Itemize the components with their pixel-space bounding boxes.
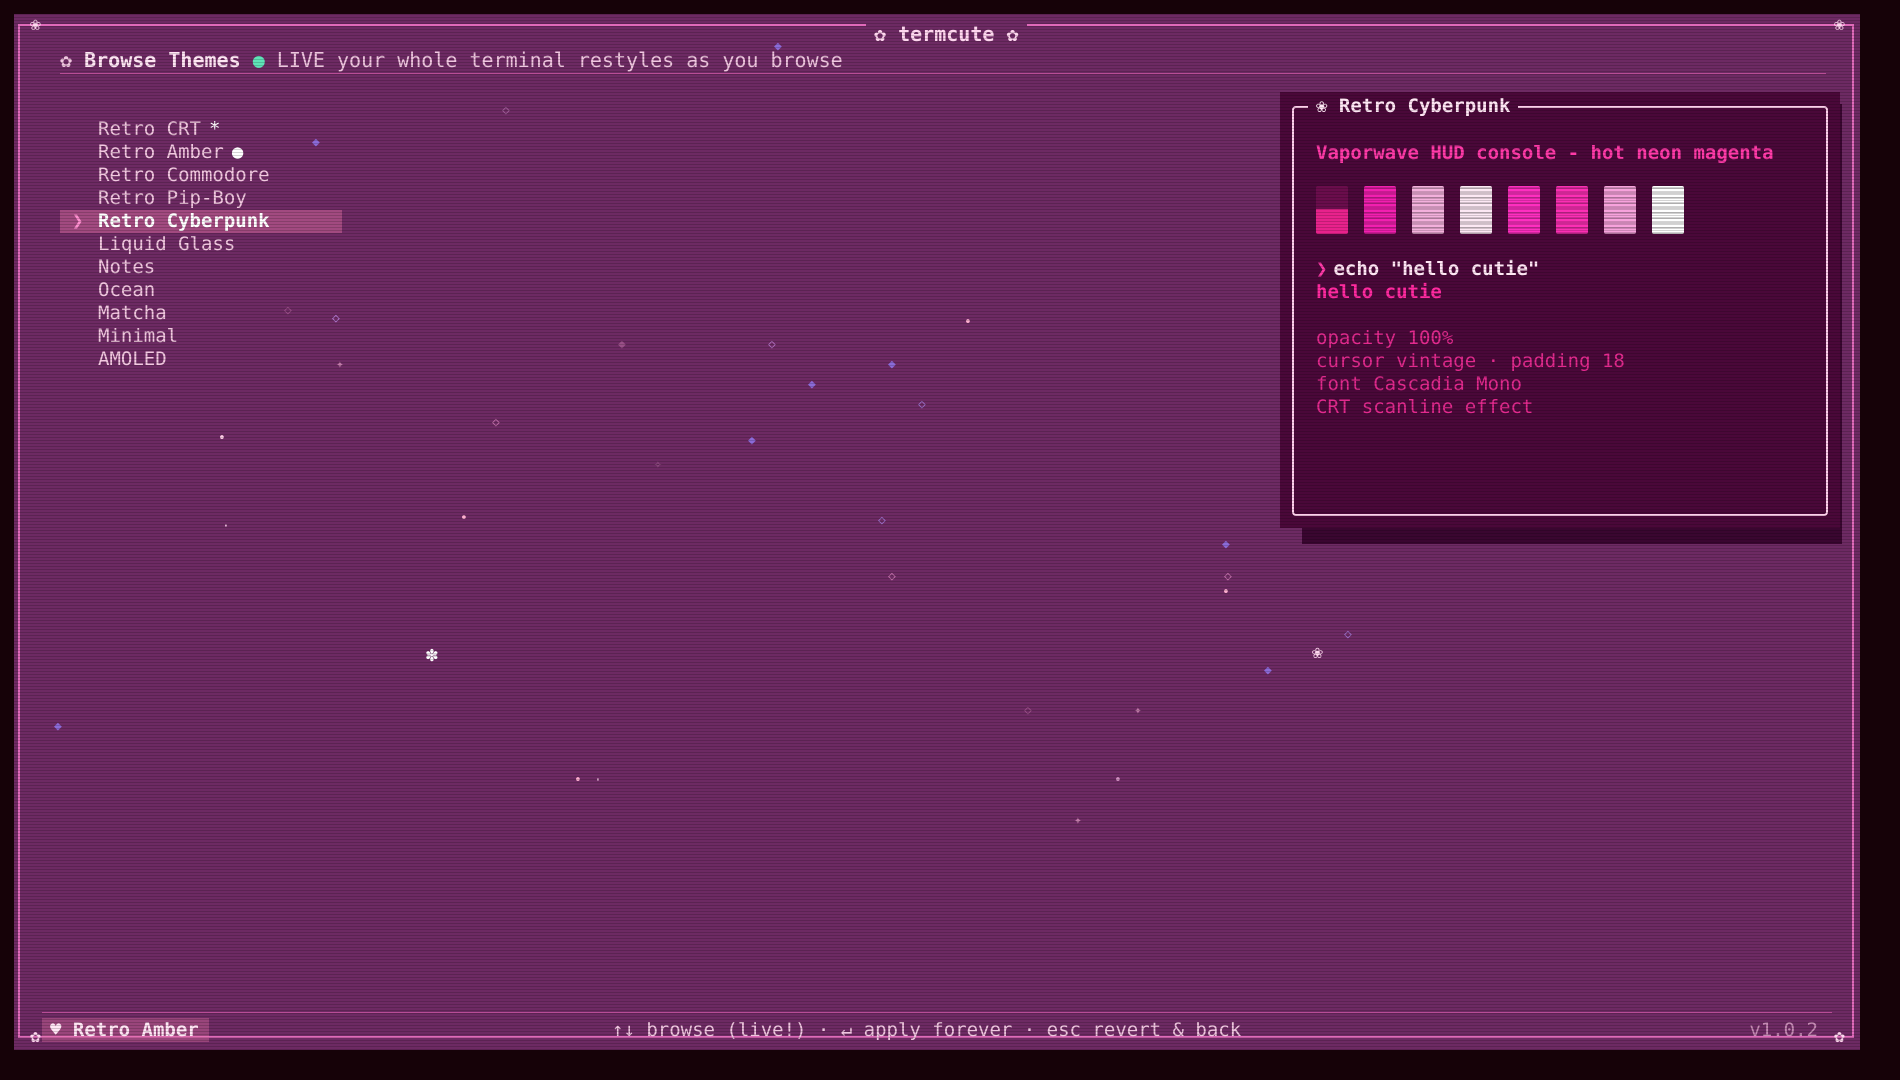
keybinding-help: ↑↓ browse (live!) · ↵ apply forever · es…	[612, 1019, 1242, 1041]
preview-info-effect: CRT scanline effect	[1316, 396, 1534, 418]
theme-item-label: AMOLED	[98, 348, 167, 370]
preview-output: hello cutie	[1316, 281, 1442, 303]
theme-preview-panel: ❀ Retro Cyberpunk Vaporwave HUD console …	[1280, 92, 1840, 528]
sparkle-icon: ◇	[1344, 627, 1352, 642]
theme-item-label: Retro Commodore	[98, 164, 270, 186]
version-label: v1.0.2	[1749, 1019, 1818, 1041]
theme-item[interactable]: Ocean	[60, 279, 342, 302]
preview-border	[1292, 106, 1828, 516]
color-swatch	[1364, 186, 1396, 234]
sparkle-icon: •	[218, 431, 226, 446]
theme-item[interactable]: Retro Amber ●	[60, 141, 342, 164]
preview-command-line: ❯ echo "hello cutie"	[1316, 258, 1539, 280]
corner-flower-icon: ❀	[1834, 14, 1845, 35]
color-swatch	[1460, 186, 1492, 234]
live-description: your whole terminal restyles as you brow…	[337, 48, 843, 72]
theme-item[interactable]: Retro Pip-Boy	[60, 187, 342, 210]
theme-item-label: Matcha	[98, 302, 167, 324]
sparkle-icon: ◇	[1024, 703, 1032, 718]
sparkle-icon: ◇	[1224, 569, 1232, 584]
theme-item-label: Retro CRT	[98, 118, 201, 140]
theme-item-label: Notes	[98, 256, 156, 278]
theme-item-label: Minimal	[98, 325, 179, 347]
corner-flower-icon: ✿	[30, 1026, 41, 1047]
theme-item-label: Retro Cyberpunk	[98, 210, 270, 232]
theme-item[interactable]: Notes	[60, 256, 342, 279]
sparkle-icon: ◆	[748, 433, 756, 448]
sparkle-icon: ◇	[502, 103, 510, 118]
theme-list: Retro CRT * Retro Amber ● Retro Commodore Ret…	[60, 118, 342, 371]
sparkle-icon: •	[460, 511, 468, 526]
sparkle-icon: •	[964, 315, 972, 330]
sparkle-icon: ◇	[888, 569, 896, 584]
theme-item[interactable]: Matcha	[60, 302, 342, 325]
theme-item-tag: *	[208, 118, 221, 140]
sparkle-icon: ✧	[654, 457, 662, 472]
theme-item[interactable]: Liquid Glass	[60, 233, 342, 256]
header-divider	[60, 73, 1826, 74]
theme-item[interactable]: Retro Commodore	[60, 164, 342, 187]
theme-item[interactable]: Minimal	[60, 325, 342, 348]
color-swatch	[1508, 186, 1540, 234]
preview-info-cursor: cursor vintage · padding 18	[1316, 350, 1625, 372]
active-theme-name: Retro Amber	[72, 1019, 199, 1041]
preview-description: Vaporwave HUD console - hot neon magenta	[1316, 142, 1774, 164]
header: ✿ Browse Themes ● LIVE your whole termin…	[60, 48, 843, 72]
theme-item[interactable]: ❯ Retro Cyberpunk	[60, 210, 342, 233]
sparkle-icon: ✦	[1074, 813, 1082, 828]
flower-icon: ✽	[426, 642, 439, 666]
sparkle-icon: •	[574, 773, 582, 788]
app-title: ✿ termcute ✿	[866, 22, 1027, 46]
terminal-screen: ❀ ❀ ✿ ✿ ✿ termcute ✿ ✿ Browse Themes ● L…	[14, 14, 1860, 1050]
status-bar: ♥ Retro Amber ↑↓ browse (live!) · ↵ appl…	[42, 1018, 1846, 1042]
color-swatch	[1604, 186, 1636, 234]
page-title: Browse Themes	[84, 48, 241, 72]
preview-info-font: font Cascadia Mono	[1316, 373, 1522, 395]
sparkle-icon: ·	[594, 773, 602, 788]
sparkle-icon: ◇	[918, 397, 926, 412]
sparkle-icon: •	[1222, 585, 1230, 600]
preview-command: echo "hello cutie"	[1333, 258, 1540, 280]
color-swatch	[1412, 186, 1444, 234]
theme-item-label: Ocean	[98, 279, 156, 301]
sparkle-icon: ◆	[1222, 537, 1230, 552]
status-divider	[42, 1012, 1832, 1013]
sparkle-icon: ◆	[888, 357, 896, 372]
theme-item-label: Retro Amber	[98, 141, 224, 163]
flower-icon: ❀	[1312, 642, 1323, 663]
color-swatch	[1652, 186, 1684, 234]
sparkle-icon: •	[1114, 773, 1122, 788]
preview-info-opacity: opacity 100%	[1316, 327, 1454, 349]
color-swatch	[1316, 186, 1348, 234]
sparkle-icon: ◆	[618, 337, 626, 352]
sparkle-icon: ◇	[768, 337, 776, 352]
active-theme-badge: ♥ Retro Amber	[42, 1018, 209, 1042]
sparkle-icon: ·	[222, 519, 230, 534]
sparkle-icon: ✦	[1134, 703, 1142, 718]
sparkle-icon: ◆	[1264, 663, 1272, 678]
corner-flower-icon: ❀	[30, 14, 41, 35]
selection-caret-icon: ❯	[72, 210, 84, 232]
live-label: LIVE	[276, 48, 325, 72]
theme-item[interactable]: AMOLED	[60, 348, 342, 371]
color-swatch	[1556, 186, 1588, 234]
preview-title: ❀ Retro Cyberpunk	[1308, 95, 1519, 117]
sparkle-icon: ◇	[878, 513, 886, 528]
sparkle-icon: ◆	[54, 719, 62, 734]
theme-item-label: Retro Pip-Boy	[98, 187, 247, 209]
prompt-icon: ❯	[1316, 258, 1328, 280]
heart-icon: ♥	[50, 1019, 62, 1041]
live-dot-icon: ●	[252, 48, 265, 72]
sparkle-icon: ◇	[492, 415, 500, 430]
theme-item-label: Liquid Glass	[98, 233, 236, 255]
sparkle-icon: ◆	[808, 377, 816, 392]
theme-item-tag: ●	[231, 141, 244, 163]
flower-icon: ✿	[60, 48, 73, 72]
theme-item[interactable]: Retro CRT *	[60, 118, 342, 141]
